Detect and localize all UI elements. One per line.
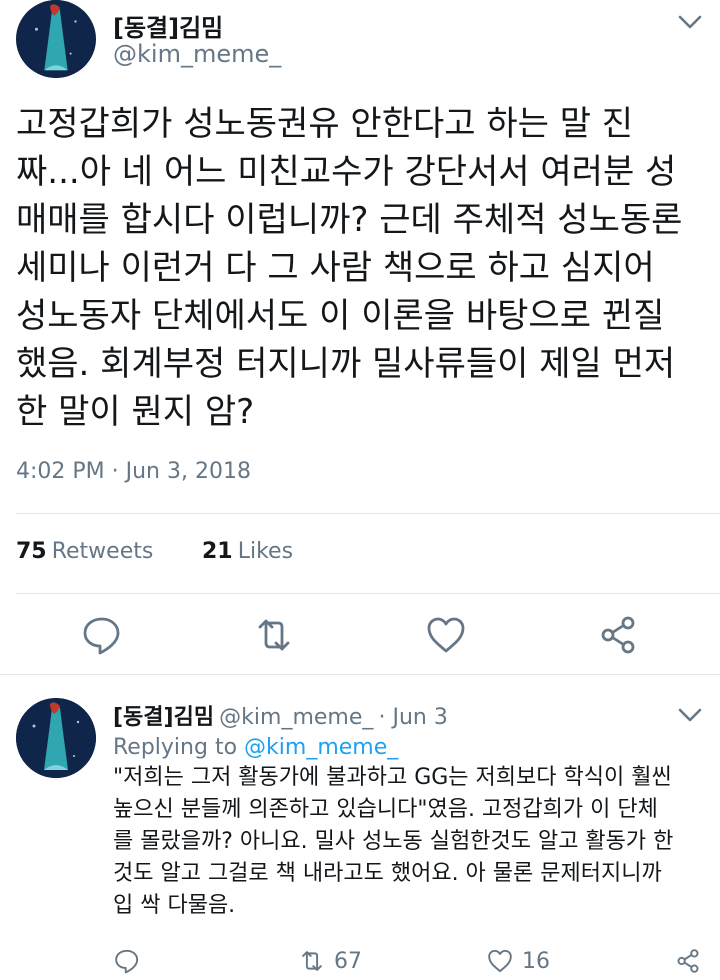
reply-text-line: 높으신 분들께 의존하고 있습니다"였음. 고정갑희가 이 단체 [113,797,658,822]
section-divider [0,674,720,675]
timestamp[interactable]: 4:02 PM · Jun 3, 2018 [16,459,251,484]
retweets-label: Retweets [51,539,154,564]
retweets-stat[interactable]: 75 Retweets [16,539,153,564]
likes-label: Likes [237,539,294,564]
tweet-text-line: 고정갑희가 성노동권유 안한다고 하는 말 진 [16,104,634,144]
reply-retweet-button[interactable]: 67 [298,946,362,976]
heart-icon[interactable] [424,613,468,657]
heart-icon [488,949,512,973]
tweet-text-line: 매매를 합시다 이럽니까? 근데 주체적 성노동론 [16,200,683,240]
tweet-text-line: 세미나 이런거 다 그 사람 책으로 하고 심지어 [16,248,655,288]
display-name[interactable]: [동결]김밈 [113,8,223,43]
reply-like-button[interactable]: 16 [486,946,550,976]
reply-text-line: 를 몰랐을까? 아니요. 밀사 성노동 실험한것도 알고 활동가 한 [113,829,674,854]
likes-count: 21 [202,539,233,564]
reply-text-line: 것도 알고 그걸로 책 내라고도 했어요. 아 물론 문제터지니까 [113,861,662,886]
likes-stat[interactable]: 21 Likes [202,539,293,564]
replying-handle-link[interactable]: @kim_meme_ [244,735,398,760]
reply-text: "저희는 그저 활동가에 불과하고 GG는 저희보다 학식이 훨씬 높으신 분들… [113,762,713,922]
tweet-text-line: 짜...아 네 어느 미친교수가 강단서서 여러분 성 [16,152,677,192]
retweet-icon [302,951,322,971]
chevron-down-icon[interactable] [676,12,704,32]
chevron-down-icon[interactable] [676,705,704,725]
reply-share-button[interactable] [674,946,702,976]
replying-prefix: Replying to [113,735,238,760]
reply-date[interactable]: · Jun 3 [378,705,447,730]
handle[interactable]: @kim_meme_ [113,40,281,68]
share-icon [677,949,699,973]
divider [16,513,720,514]
reply-display-name[interactable]: [동결]김밈 [113,705,214,730]
reply-icon [115,949,139,974]
reply-reply-button[interactable] [113,946,141,976]
divider [16,593,720,594]
reply-text-line: 입 싹 다물음. [113,893,236,918]
tweet-text-line: 한 말이 뭔지 암? [16,392,255,432]
reply-avatar[interactable] [16,698,96,778]
tweet-text-line: 했음. 회계부정 터지니까 밀사류들이 제일 먼저 [16,344,676,384]
share-icon[interactable] [596,613,640,657]
reply-like-count: 16 [522,948,550,974]
retweets-count: 75 [16,539,47,564]
avatar[interactable] [16,0,96,78]
tweet-text: 고정갑희가 성노동권유 안한다고 하는 말 진 짜...아 네 어느 미친교수가… [16,100,716,436]
reply-icon[interactable] [80,613,124,657]
reply-retweet-count: 67 [334,948,362,974]
reply-handle[interactable]: @kim_meme_ [219,705,373,730]
retweet-icon[interactable] [252,613,296,657]
replying-to: Replying to @kim_meme_ [113,735,398,760]
tweet-text-line: 성노동자 단체에서도 이 이론을 바탕으로 뀐질 [16,296,665,336]
reply-text-line: "저희는 그저 활동가에 불과하고 GG는 저희보다 학식이 훨씬 [113,765,672,790]
reply-header: [동결]김밈 @kim_meme_ · Jun 3 [113,699,448,731]
